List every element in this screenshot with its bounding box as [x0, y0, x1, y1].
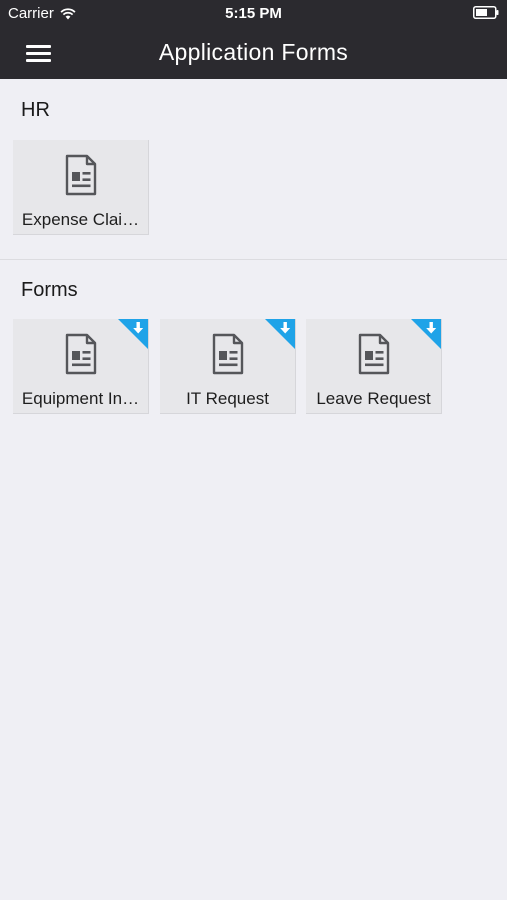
section-divider	[0, 259, 507, 260]
download-badge-icon	[118, 319, 148, 349]
form-tile-label: Expense Clai…	[21, 210, 140, 229]
document-icon	[65, 154, 97, 196]
battery-icon	[473, 6, 499, 19]
section-title-forms: Forms	[21, 279, 78, 301]
form-tile-leave-request[interactable]: Leave Request	[306, 319, 442, 414]
download-badge-icon	[265, 319, 295, 349]
status-bar: Carrier 5:15 PM	[0, 0, 507, 28]
form-tile-equipment-in[interactable]: Equipment In…	[13, 319, 149, 414]
form-tile-label: Leave Request	[316, 389, 431, 408]
download-badge-icon	[411, 319, 441, 349]
page-title: Application Forms	[158, 39, 349, 65]
section-title-hr: HR	[21, 99, 50, 121]
form-tile-expense-claim[interactable]: Expense Clai…	[13, 140, 149, 235]
top-bar: Carrier 5:15 PM Application Forms	[0, 0, 507, 79]
document-icon	[212, 333, 244, 375]
form-tile-it-request[interactable]: IT Request	[160, 319, 296, 414]
clock: 5:15 PM	[225, 5, 282, 22]
navigation-bar: Application Forms	[0, 28, 507, 79]
document-icon	[358, 333, 390, 375]
document-icon	[65, 333, 97, 375]
form-tile-label: IT Request	[186, 389, 269, 408]
form-tile-label: Equipment In…	[21, 389, 140, 408]
